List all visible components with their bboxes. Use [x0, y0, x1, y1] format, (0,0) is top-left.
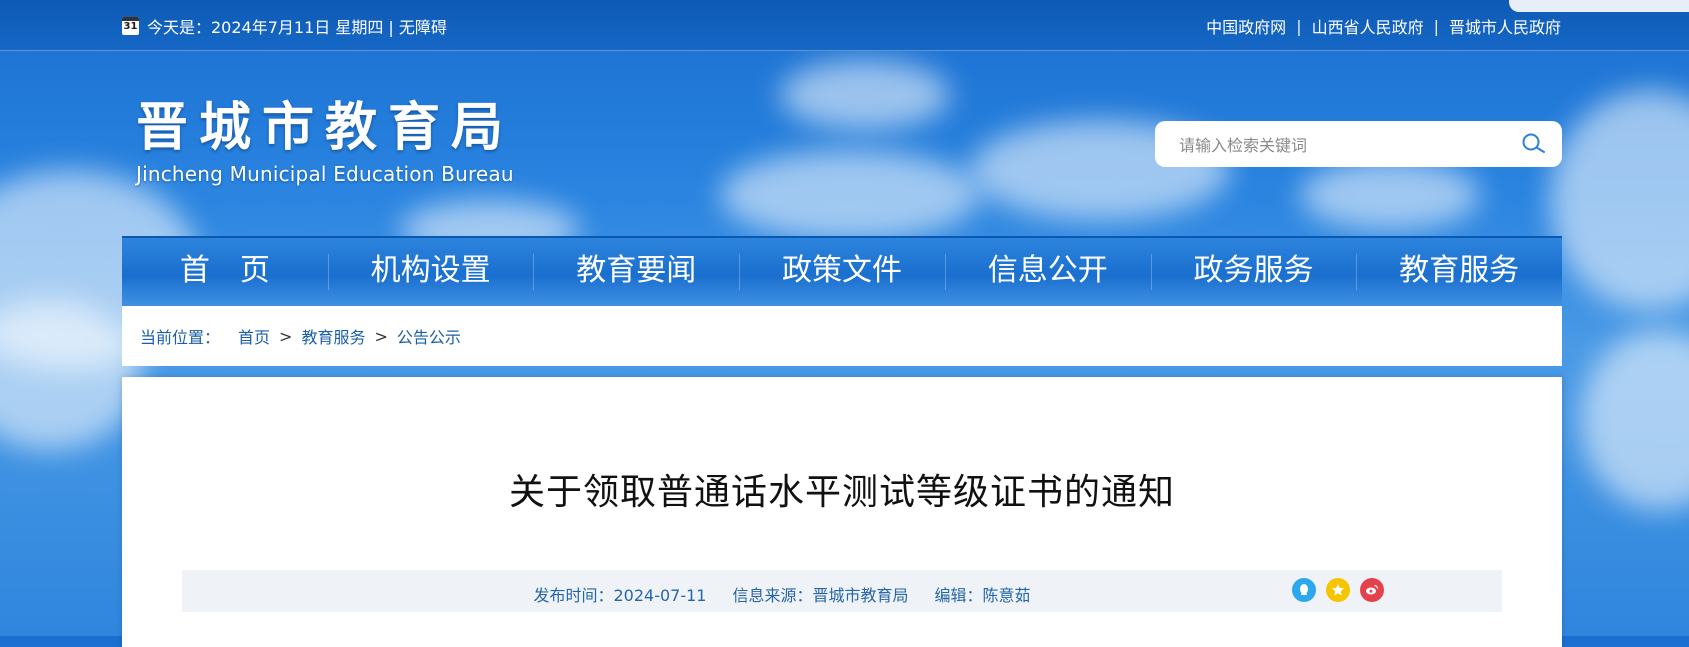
site-logo[interactable]: 晋城市教育局 Jincheng Municipal Education Bure…	[136, 97, 515, 187]
breadcrumb-education-services[interactable]: 教育服务	[301, 324, 365, 348]
logo-chinese-name: 晋城市教育局	[136, 97, 515, 158]
nav-education-services[interactable]: 教育服务	[1356, 238, 1562, 306]
calendar-icon: 31	[122, 17, 139, 35]
breadcrumb-home[interactable]: 首页	[238, 324, 270, 348]
nav-education-news[interactable]: 教育要闻	[533, 238, 739, 306]
link-separator: |	[1433, 16, 1439, 36]
government-links: 中国政府网 | 山西省人民政府 | 晋城市人民政府	[1206, 14, 1561, 38]
nav-policy-documents[interactable]: 政策文件	[739, 238, 945, 306]
date-area: 31 今天是：2024年7月11日 星期四 | 无障碍	[122, 14, 447, 38]
search-input[interactable]	[1177, 131, 1511, 159]
article-title: 关于领取普通话水平测试等级证书的通知	[508, 472, 1175, 513]
breadcrumb-announcements[interactable]: 公告公示	[397, 324, 461, 348]
nav-information-disclosure[interactable]: 信息公开	[944, 238, 1151, 306]
link-shanxi-gov[interactable]: 山西省人民政府	[1312, 14, 1424, 38]
main-nav: 首 页 机构设置 教育要闻 政策文件 信息公开 政务服务 教育服务	[122, 236, 1562, 306]
top-bar: 31 今天是：2024年7月11日 星期四 | 无障碍 中国政府网 | 山西省人…	[0, 0, 1689, 51]
breadcrumb-label: 当前位置：	[140, 328, 221, 347]
share-buttons	[1292, 578, 1384, 602]
info-source: 信息来源：晋城市教育局	[732, 586, 909, 605]
link-jincheng-gov[interactable]: 晋城市人民政府	[1449, 14, 1561, 38]
article-panel: 关于领取普通话水平测试等级证书的通知 发布时间：2024-07-11 信息来源：…	[122, 377, 1562, 647]
search-box	[1155, 121, 1562, 167]
breadcrumb-separator: >	[279, 326, 293, 346]
breadcrumb-separator: >	[374, 326, 388, 346]
qzone-icon[interactable]	[1326, 578, 1350, 602]
breadcrumb: 当前位置： 首页 > 教育服务 > 公告公示	[122, 306, 1562, 366]
nav-organization[interactable]: 机构设置	[327, 238, 534, 306]
qq-icon[interactable]	[1292, 578, 1316, 602]
search-icon[interactable]	[1520, 131, 1546, 157]
editor: 编辑：陈意茹	[934, 586, 1031, 605]
article-meta: 发布时间：2024-07-11 信息来源：晋城市教育局 编辑：陈意茹	[182, 570, 1502, 612]
nav-home[interactable]: 首 页	[122, 238, 328, 306]
link-china-gov[interactable]: 中国政府网	[1206, 14, 1286, 38]
weibo-icon[interactable]	[1360, 578, 1384, 602]
logo-english-name: Jincheng Municipal Education Bureau	[136, 162, 514, 186]
nav-government-services[interactable]: 政务服务	[1150, 238, 1357, 306]
browser-corner-widget	[1509, 0, 1689, 12]
link-separator: |	[1296, 16, 1302, 36]
date-text[interactable]: 今天是：2024年7月11日 星期四 | 无障碍	[147, 14, 447, 38]
publish-time: 发布时间：2024-07-11	[533, 586, 707, 605]
